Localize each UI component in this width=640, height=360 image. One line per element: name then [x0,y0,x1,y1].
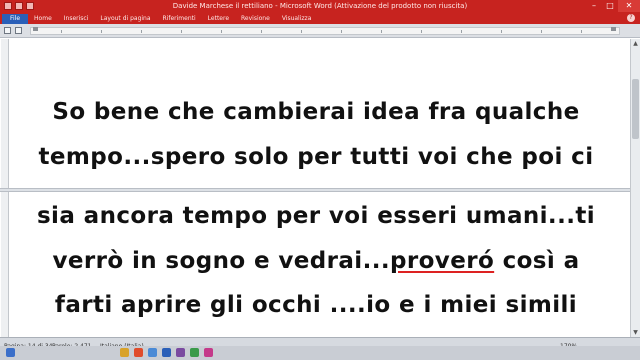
ruler-tick [221,30,222,33]
tab-file[interactable]: File [2,14,29,24]
app-icon[interactable] [204,348,213,357]
tab-layout[interactable]: Layout di pagina [94,14,156,24]
spelling-error-word[interactable]: proveró [390,248,494,274]
word-taskbar-icon[interactable] [162,348,171,357]
tab-inserisci[interactable]: Inserisci [58,14,95,24]
close-icon[interactable]: ✕ [618,0,640,12]
doc-line-4-end: così a [494,248,580,274]
ruler-tick [261,30,262,33]
ruler-tick [301,30,302,33]
help-icon[interactable]: ? [627,14,635,22]
media-icon[interactable] [148,348,157,357]
tab-lettere[interactable]: Lettere [202,14,235,24]
tab-selector-icon[interactable] [15,27,22,34]
explorer-icon[interactable] [120,348,129,357]
ruler-bar [0,24,640,38]
taskbar [0,346,640,360]
start-icon[interactable] [6,348,15,357]
ruler-tick [421,30,422,33]
ruler-tick [101,30,102,33]
tab-home[interactable]: Home [28,14,58,24]
tab-visualizza[interactable]: Visualizza [276,14,318,24]
scroll-thumb[interactable] [632,79,639,139]
word-window: Davide Marchese il rettiliano - Microsof… [0,0,640,360]
maximize-icon[interactable]: □ [602,0,618,12]
app-icon[interactable] [176,348,185,357]
ruler-tick [141,30,142,33]
browser-icon[interactable] [134,348,143,357]
ruler-tick [541,30,542,33]
ruler-tick [341,30,342,33]
indent-marker[interactable] [33,27,38,31]
tab-revisione[interactable]: Revisione [235,14,276,24]
doc-line-2[interactable]: tempo...spero solo per tutti voi che poi… [0,142,632,172]
ruler-tick [381,30,382,33]
doc-line-1[interactable]: So bene che cambierai idea fra qualche [0,97,632,127]
vertical-scrollbar[interactable]: ▲ ▼ [630,39,640,337]
ruler-tick [181,30,182,33]
doc-line-4[interactable]: verrò in sogno e vedrai...proveró così a [0,246,632,276]
scroll-up-icon[interactable]: ▲ [632,40,639,47]
doc-line-4-start: verrò in sogno e vedrai... [52,248,390,274]
tab-riferimenti[interactable]: Riferimenti [157,14,202,24]
minimize-icon[interactable]: – [586,0,602,12]
app-icon[interactable] [190,348,199,357]
window-controls: – □ ✕ [586,0,640,12]
ruler-tick [61,30,62,33]
ruler-tick [501,30,502,33]
scroll-down-icon[interactable]: ▼ [632,329,639,336]
page-break [0,188,640,192]
ribbon-tabs: File Home Inserisci Layout di pagina Rif… [0,13,640,24]
right-indent-marker[interactable] [611,27,616,31]
ruler-tick [461,30,462,33]
doc-line-3[interactable]: sia ancora tempo per voi esseri umani...… [0,201,632,231]
doc-line-5[interactable]: farti aprire gli occhi ....io e i miei s… [0,290,632,320]
window-title: Davide Marchese il rettiliano - Microsof… [172,2,468,10]
title-bar: Davide Marchese il rettiliano - Microsof… [0,0,640,13]
horizontal-ruler[interactable] [30,27,620,35]
ruler-tick [581,30,582,33]
view-ruler-icon[interactable] [4,27,11,34]
